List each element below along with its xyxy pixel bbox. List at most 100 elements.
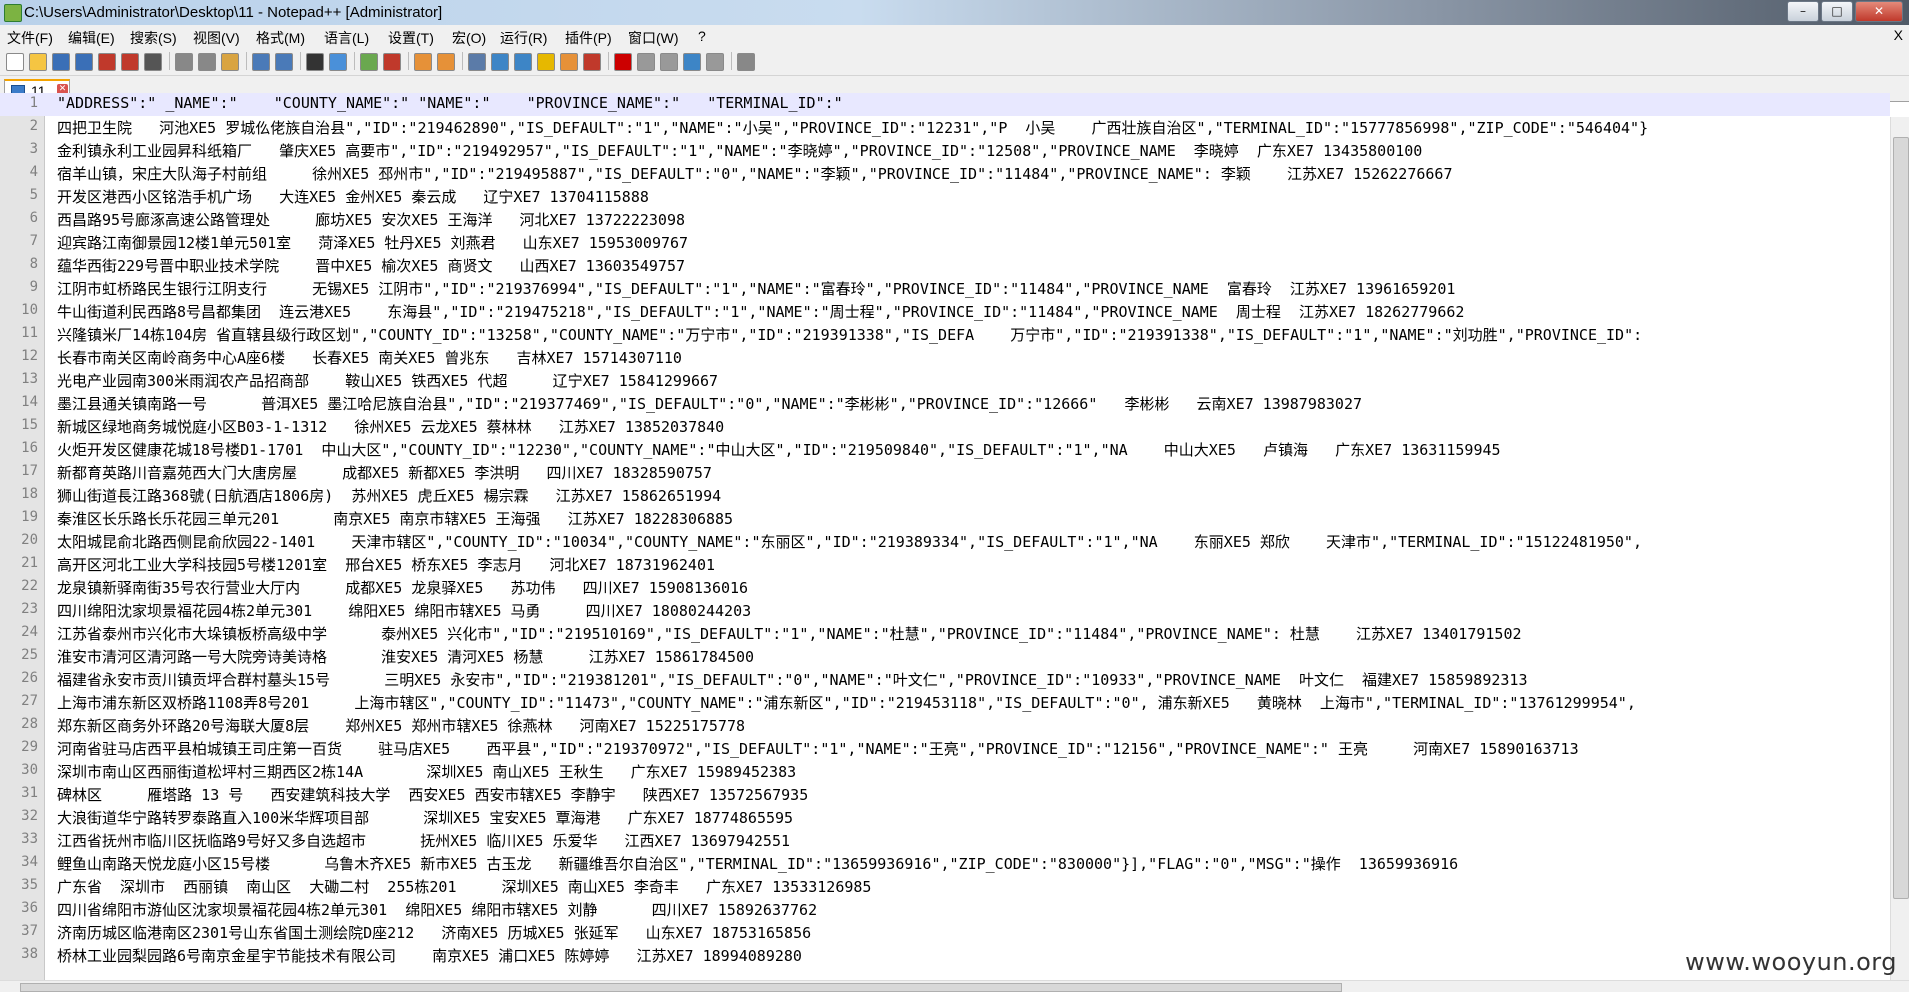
editor-line[interactable]: 36 四川省绵阳市游仙区沈家坝景福花园4栋2单元301 绵阳XE5 绵阳市辖XE5… [0, 898, 1890, 921]
minimize-button[interactable]: – [1787, 1, 1819, 22]
line-text[interactable]: 河南省驻马店西平县柏城镇王司庄第一百货 驻马店XE5 西平县","ID":"21… [57, 738, 1579, 759]
toolbar-button-icon[interactable] [383, 53, 401, 71]
line-text[interactable]: 深圳市南山区西丽街道松坪村三期西区2栋14A 深圳XE5 南山XE5 王秋生 广… [57, 761, 796, 782]
editor-line[interactable]: 30 深圳市南山区西丽街道松坪村三期西区2栋14A 深圳XE5 南山XE5 王秋生… [0, 760, 1890, 783]
toolbar-button-icon[interactable] [614, 53, 632, 71]
editor-line[interactable]: 28 郑东新区商务外环路20号海联大厦8层 郑州XE5 郑州市辖XE5 徐燕林 河… [0, 714, 1890, 737]
line-text[interactable]: 火炬开发区健康花城18号楼D1-1701 中山大区","COUNTY_ID":"… [57, 439, 1501, 460]
line-text[interactable]: 金利镇永利工业园昇科纸箱厂 肇庆XE5 高要市","ID":"219492957… [57, 140, 1422, 161]
editor-line[interactable]: 22 龙泉镇新驿南街35号农行营业大厅内 成都XE5 龙泉驿XE5 苏功伟 四川X… [0, 576, 1890, 599]
editor-line[interactable]: 35 广东省 深圳市 西丽镇 南山区 大磡二村 255栋201 深圳XE5 南山X… [0, 875, 1890, 898]
line-text[interactable]: 碑林区 雁塔路 13 号 西安建筑科技大学 西安XE5 西安市辖XE5 李静宇 … [57, 784, 808, 805]
editor-line[interactable]: 38 桥林工业园梨园路6号南京金星宇节能技术有限公司 南京XE5 浦口XE5 陈婷… [0, 944, 1890, 967]
menu-item[interactable]: 视图(V) [193, 28, 240, 48]
toolbar-button-icon[interactable] [468, 53, 486, 71]
toolbar-button-icon[interactable] [29, 53, 47, 71]
line-text[interactable]: 兴隆镇米厂14栋104房 省直辖县级行政区划","COUNTY_ID":"132… [57, 324, 1642, 345]
maximize-button[interactable]: □ [1821, 1, 1853, 22]
editor-line[interactable]: 8 蕴华西街229号晋中职业技术学院 晋中XE5 榆次XE5 商贤文 山西XE7 … [0, 254, 1890, 277]
horizontal-scrollbar[interactable] [0, 980, 1909, 992]
line-text[interactable]: 新城区绿地商务城悦庭小区B03-1-1312 徐州XE5 云龙XE5 蔡林林 江… [57, 416, 724, 437]
line-text[interactable]: 江阴市虹桥路民生银行江阴支行 无锡XE5 江阴市","ID":"21937699… [57, 278, 1455, 299]
editor-line[interactable]: 1 "ADDRESS":" _NAME":" "COUNTY_NAME":" "N… [0, 93, 1890, 116]
toolbar-button-icon[interactable] [198, 53, 216, 71]
close-button[interactable]: ✕ [1855, 1, 1903, 22]
editor-line[interactable]: 37 济南历城区临港南区2301号山东省国土测绘院D座212 济南XE5 历城XE… [0, 921, 1890, 944]
editor-line[interactable]: 16 火炬开发区健康花城18号楼D1-1701 中山大区","COUNTY_ID"… [0, 438, 1890, 461]
line-text[interactable]: 蕴华西街229号晋中职业技术学院 晋中XE5 榆次XE5 商贤文 山西XE7 1… [57, 255, 685, 276]
line-text[interactable]: 四把卫生院 河池XE5 罗城仫佬族自治县","ID":"219462890","… [57, 117, 1648, 138]
line-text[interactable]: 墨江县通关镇南路一号 普洱XE5 墨江哈尼族自治县","ID":"2193774… [57, 393, 1362, 414]
line-text[interactable]: 高开区河北工业大学科技园5号楼1201室 邢台XE5 桥东XE5 李志月 河北X… [57, 554, 715, 575]
editor-line[interactable]: 33 江西省抚州市临川区抚临路9号好又多自选超市 抚州XE5 临川XE5 乐爱华 … [0, 829, 1890, 852]
editor-line[interactable]: 26 福建省永安市贡川镇贡坪合群村墓头15号 三明XE5 永安市","ID":"2… [0, 668, 1890, 691]
menu-close-doc-button[interactable]: X [1894, 27, 1903, 43]
toolbar-button-icon[interactable] [737, 53, 755, 71]
editor-line[interactable]: 5 开发区港西小区铭浩手机广场 大连XE5 金州XE5 秦云成 辽宁XE7 137… [0, 185, 1890, 208]
toolbar-button-icon[interactable] [660, 53, 678, 71]
editor-line[interactable]: 31 碑林区 雁塔路 13 号 西安建筑科技大学 西安XE5 西安市辖XE5 李静… [0, 783, 1890, 806]
toolbar-button-icon[interactable] [75, 53, 93, 71]
editor-line[interactable]: 6 西昌路95号廊涿高速公路管理处 廊坊XE5 安次XE5 王海洋 河北XE7 1… [0, 208, 1890, 231]
line-text[interactable]: "ADDRESS":" _NAME":" "COUNTY_NAME":" "NA… [57, 94, 843, 112]
editor-line[interactable]: 25 淮安市清河区清河路一号大院旁诗美诗格 淮安XE5 清河XE5 杨慧 江苏XE… [0, 645, 1890, 668]
toolbar-button-icon[interactable] [491, 53, 509, 71]
editor-line[interactable]: 10 牛山街道利民西路8号昌都集团 连云港XE5 东海县","ID":"21947… [0, 300, 1890, 323]
editor-line[interactable]: 27 上海市浦东新区双桥路1108弄8号201 上海市辖区","COUNTY_ID… [0, 691, 1890, 714]
editor-line[interactable]: 4 宿羊山镇，宋庄大队海子村前组 徐州XE5 邳州市","ID":"2194958… [0, 162, 1890, 185]
menu-item[interactable]: 插件(P) [565, 28, 612, 48]
menu-item[interactable]: 宏(O) [452, 28, 486, 48]
toolbar-button-icon[interactable] [252, 53, 270, 71]
toolbar-button-icon[interactable] [437, 53, 455, 71]
menu-item[interactable]: 设置(T) [388, 28, 434, 48]
line-text[interactable]: 牛山街道利民西路8号昌都集团 连云港XE5 东海县","ID":"2194752… [57, 301, 1464, 322]
vertical-scroll-thumb[interactable] [1893, 137, 1909, 899]
line-text[interactable]: 龙泉镇新驿南街35号农行营业大厅内 成都XE5 龙泉驿XE5 苏功伟 四川XE7… [57, 577, 748, 598]
editor-line[interactable]: 23 四川绵阳沈家坝景福花园4栋2单元301 绵阳XE5 绵阳市辖XE5 马勇 四… [0, 599, 1890, 622]
menu-item[interactable]: ? [698, 28, 706, 44]
line-text[interactable]: 宿羊山镇，宋庄大队海子村前组 徐州XE5 邳州市","ID":"21949588… [57, 163, 1452, 184]
toolbar-button-icon[interactable] [6, 53, 24, 71]
menu-item[interactable]: 编辑(E) [68, 28, 115, 48]
line-text[interactable]: 福建省永安市贡川镇贡坪合群村墓头15号 三明XE5 永安市","ID":"219… [57, 669, 1527, 690]
toolbar-button-icon[interactable] [121, 53, 139, 71]
toolbar-button-icon[interactable] [414, 53, 432, 71]
notepadpp-app-icon[interactable] [4, 4, 22, 22]
menu-item[interactable]: 窗口(W) [628, 28, 679, 48]
toolbar-button-icon[interactable] [683, 53, 701, 71]
editor-line[interactable]: 18 狮山街道長江路368號(日航酒店1806房) 苏州XE5 虎丘XE5 楊宗霖… [0, 484, 1890, 507]
editor-line[interactable]: 32 大浪街道华宁路转罗泰路直入100米华辉项目部 深圳XE5 宝安XE5 覃海港… [0, 806, 1890, 829]
line-text[interactable]: 西昌路95号廊涿高速公路管理处 廊坊XE5 安次XE5 王海洋 河北XE7 13… [57, 209, 685, 230]
toolbar-button-icon[interactable] [306, 53, 324, 71]
editor-line[interactable]: 19 秦淮区长乐路长乐花园三单元201 南京XE5 南京市辖XE5 王海强 江苏X… [0, 507, 1890, 530]
line-text[interactable]: 秦淮区长乐路长乐花园三单元201 南京XE5 南京市辖XE5 王海强 江苏XE7… [57, 508, 733, 529]
editor-line[interactable]: 34 鲤鱼山南路天悦龙庭小区15号楼 乌鲁木齐XE5 新市XE5 古玉龙 新疆维吾… [0, 852, 1890, 875]
toolbar-button-icon[interactable] [175, 53, 193, 71]
toolbar-button-icon[interactable] [583, 53, 601, 71]
toolbar-button-icon[interactable] [52, 53, 70, 71]
toolbar-button-icon[interactable] [706, 53, 724, 71]
toolbar-button-icon[interactable] [637, 53, 655, 71]
line-text[interactable]: 鲤鱼山南路天悦龙庭小区15号楼 乌鲁木齐XE5 新市XE5 古玉龙 新疆维吾尔自… [57, 853, 1458, 874]
toolbar-button-icon[interactable] [537, 53, 555, 71]
line-text[interactable]: 济南历城区临港南区2301号山东省国土测绘院D座212 济南XE5 历城XE5 … [57, 922, 811, 943]
line-text[interactable]: 四川省绵阳市游仙区沈家坝景福花园4栋2单元301 绵阳XE5 绵阳市辖XE5 刘… [57, 899, 817, 920]
line-text[interactable]: 淮安市清河区清河路一号大院旁诗美诗格 淮安XE5 清河XE5 杨慧 江苏XE7 … [57, 646, 754, 667]
line-text[interactable]: 广东省 深圳市 西丽镇 南山区 大磡二村 255栋201 深圳XE5 南山XE5… [57, 876, 871, 897]
editor-line[interactable]: 29 河南省驻马店西平县柏城镇王司庄第一百货 驻马店XE5 西平县","ID":"… [0, 737, 1890, 760]
line-text[interactable]: 郑东新区商务外环路20号海联大厦8层 郑州XE5 郑州市辖XE5 徐燕林 河南X… [57, 715, 745, 736]
line-text[interactable]: 四川绵阳沈家坝景福花园4栋2单元301 绵阳XE5 绵阳市辖XE5 马勇 四川X… [57, 600, 751, 621]
line-text[interactable]: 江苏省泰州市兴化市大垛镇板桥高级中学 泰州XE5 兴化市","ID":"2195… [57, 623, 1522, 644]
editor-line[interactable]: 17 新都育英路川音嘉苑西大门大唐房屋 成都XE5 新都XE5 李洪明 四川XE7… [0, 461, 1890, 484]
line-text[interactable]: 新都育英路川音嘉苑西大门大唐房屋 成都XE5 新都XE5 李洪明 四川XE7 1… [57, 462, 712, 483]
toolbar-button-icon[interactable] [360, 53, 378, 71]
editor-line[interactable]: 9 江阴市虹桥路民生银行江阴支行 无锡XE5 江阴市","ID":"2193769… [0, 277, 1890, 300]
menu-item[interactable]: 格式(M) [256, 28, 305, 48]
line-text[interactable]: 开发区港西小区铭浩手机广场 大连XE5 金州XE5 秦云成 辽宁XE7 1370… [57, 186, 649, 207]
editor-line[interactable]: 7 迎宾路江南御景园12楼1单元501室 菏泽XE5 牡丹XE5 刘燕君 山东XE… [0, 231, 1890, 254]
vertical-scrollbar[interactable] [1890, 117, 1909, 980]
toolbar-button-icon[interactable] [144, 53, 162, 71]
menu-item[interactable]: 搜索(S) [130, 28, 177, 48]
toolbar-button-icon[interactable] [98, 53, 116, 71]
line-text[interactable]: 光电产业园南300米雨润农产品招商部 鞍山XE5 铁西XE5 代超 辽宁XE7 … [57, 370, 718, 391]
